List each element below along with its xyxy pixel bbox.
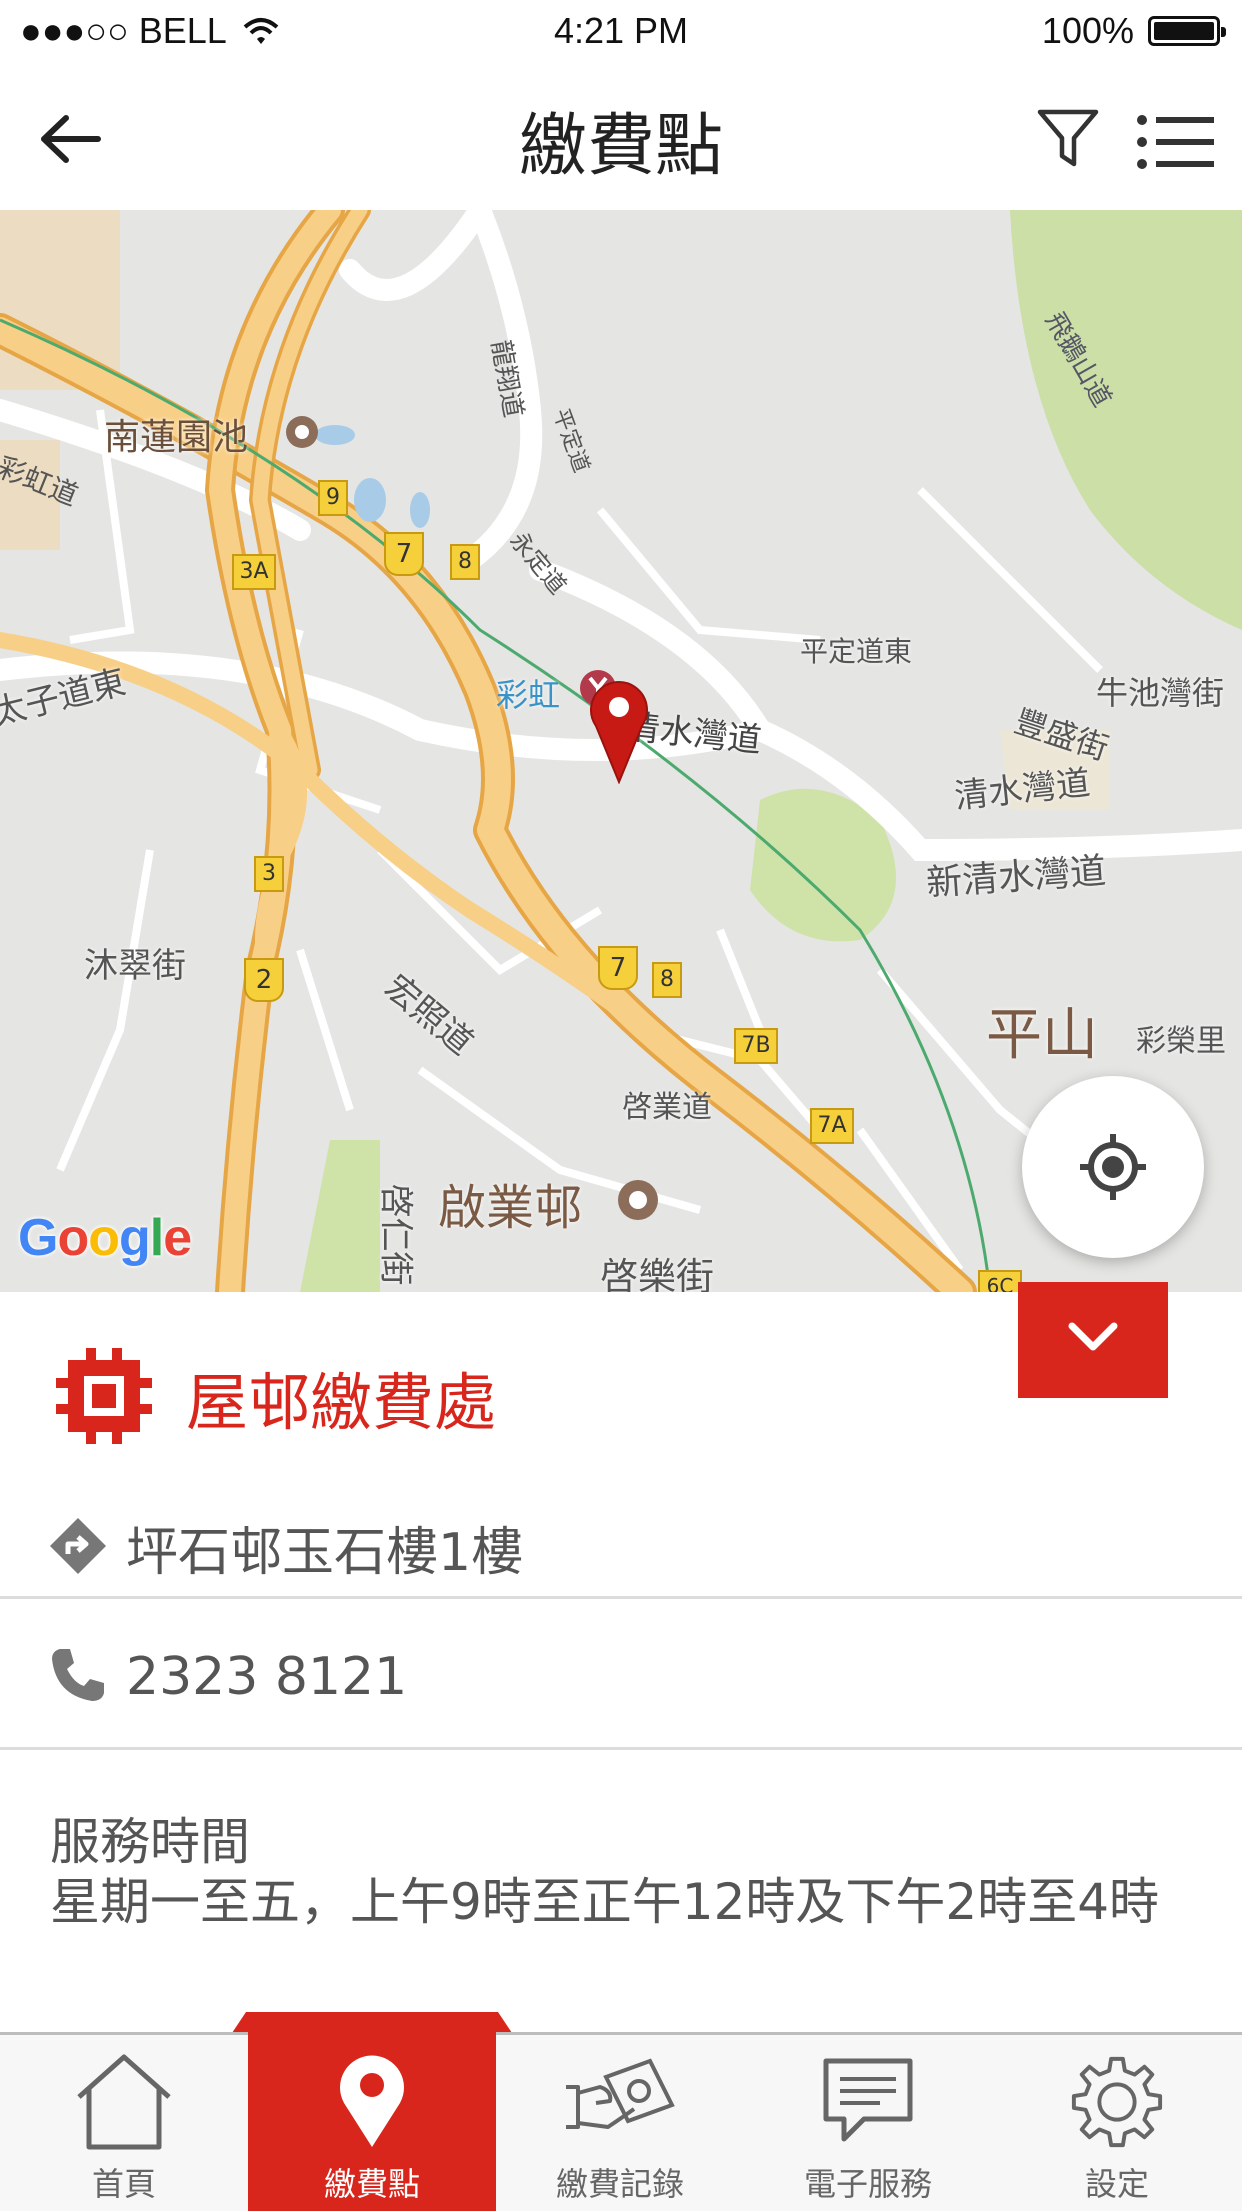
tab-label: 繳費點 [323,2165,420,2203]
tab-label: 電子服務 [803,2165,932,2203]
office-address: 坪石邨玉石樓1樓 [126,1523,524,1583]
map-label-kai-yip-estate: 啟業邨 [438,1180,583,1236]
map-label-choi-hung: 彩虹 [496,676,561,714]
map-label-ngau-chi-wan: 牛池灣街 [1096,674,1225,712]
phone-row[interactable]: 2323 8121 [0,1599,1242,1750]
status-right: 100% [1041,10,1226,52]
tab-label: 設定 [1084,2165,1149,2203]
attraction-icon [286,416,318,448]
filter-icon[interactable] [1036,106,1100,170]
hours-text: 星期一至五，上午9時至正午12時及下午2時至4時 [50,1873,1160,1931]
route-shield: 8 [652,962,682,998]
directions-icon [50,1518,106,1574]
map-label-kai-yip-road: 啓業道 [622,1090,712,1125]
nav-bar: 繳費點 [0,64,1242,210]
location-pin-marker[interactable] [588,674,650,784]
route-shield: 9 [318,480,348,516]
chevron-down-icon [1068,1322,1118,1351]
route-shield: 7B [734,1028,778,1064]
route-shield: 3 [254,856,284,892]
status-bar: ●●●○○ BELL 4:21 PM 100% [0,0,1242,64]
google-logo: Google [18,1209,192,1267]
map-label-ping-shan: 平山 [986,1003,1098,1068]
route-shield: 6C [978,1270,1022,1292]
hours-title: 服務時間 [50,1813,250,1871]
collapse-panel-button[interactable] [1018,1282,1168,1398]
map-label-muk-chui: 沐翠街 [84,946,186,986]
route-shield: 3A [232,554,276,590]
my-location-button[interactable] [1022,1076,1204,1258]
phone-icon [52,1649,104,1701]
tab-payment-records[interactable]: 繳費記錄 [496,2035,744,2211]
address-row[interactable]: 坪石邨玉石樓1樓 [0,1482,1242,1599]
tab-label: 首頁 [91,2165,156,2203]
route-shield: 7 [384,532,424,576]
tab-label: 繳費記錄 [555,2165,684,2203]
battery-percent: 100% [1041,10,1134,51]
crosshair-icon [1080,1134,1146,1200]
battery-icon [1148,16,1226,46]
route-shield: 7A [810,1108,854,1144]
payment-record-icon [566,2058,675,2129]
office-phone: 2323 8121 [126,1647,408,1707]
route-shield: 2 [244,958,284,1002]
office-name: 屋邨繳費處 [186,1366,497,1439]
list-view-icon[interactable] [1136,114,1216,170]
tab-e-services[interactable]: 電子服務 [744,2035,992,2211]
map-label-choi-wing: 彩榮里 [1136,1024,1226,1059]
map-label-kai-lok: 啓樂街 [600,1255,715,1292]
tab-bar: 首頁 繳費點 繳費記錄 電子服務 設定 [0,2021,1242,2211]
home-icon [77,2054,171,2150]
housing-authority-logo-icon [56,1348,152,1444]
tab-settings[interactable]: 設定 [992,2035,1242,2211]
map-label-kai-yan: 啓仁街 [375,1183,416,1286]
message-icon [823,2058,913,2142]
tab-payment-points[interactable]: 繳費點 [248,2021,496,2211]
map-label-ping-ting-east: 平定道東 [800,635,913,668]
office-detail-panel: 屋邨繳費處 坪石邨玉石樓1樓 2323 8121 服務時間 星期一至五，上午9時… [0,1292,1242,2038]
landmark-icon [618,1180,658,1220]
route-shield: 7 [598,946,638,990]
gear-icon [1071,2056,1163,2148]
map-view[interactable]: 9 7 8 3A 3 2 7 8 7B 7A 6C 南蓮園池 彩虹道 太子道東 … [0,210,1242,1292]
location-pin-icon [340,2055,404,2147]
tab-home[interactable]: 首頁 [0,2035,248,2211]
route-shield: 8 [450,544,480,580]
map-label-nam-lin: 南蓮園池 [104,417,249,458]
